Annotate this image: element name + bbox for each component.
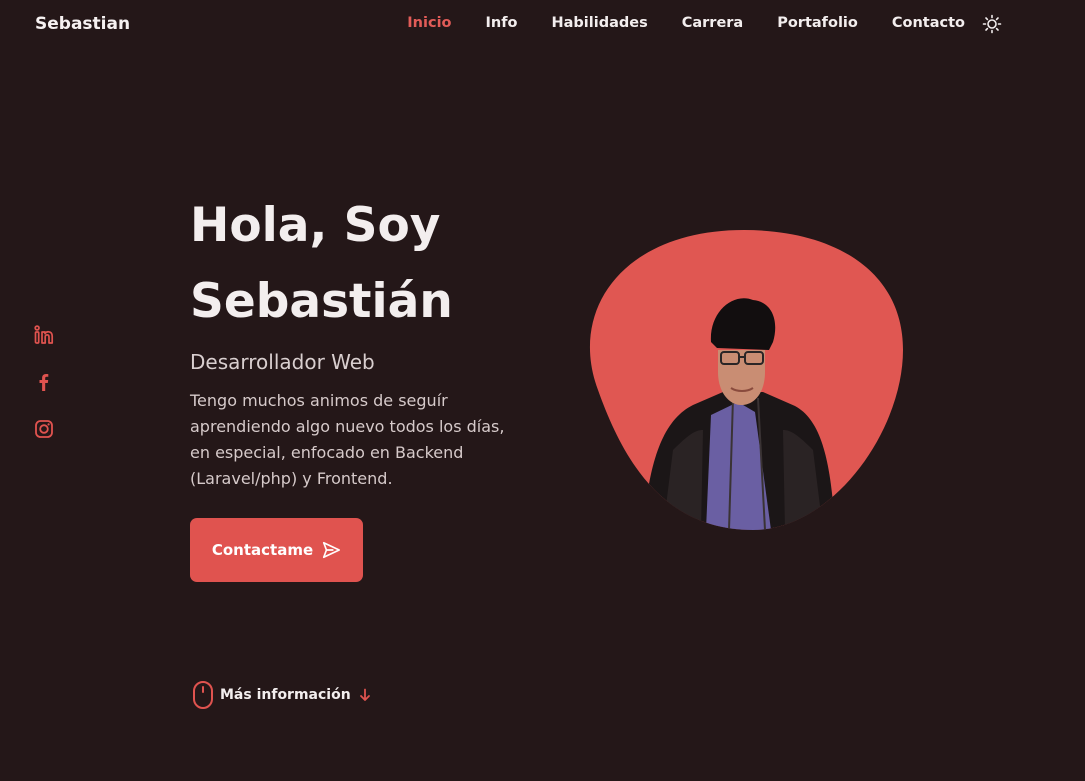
contact-button[interactable]: Contactame — [190, 518, 363, 582]
sun-icon — [982, 14, 1002, 34]
facebook-icon — [39, 374, 49, 391]
site-logo[interactable]: Sebastian — [35, 14, 130, 34]
facebook-link[interactable] — [33, 371, 55, 393]
hero-intro: Hola, Soy Sebastián Desarrollador Web Te… — [190, 188, 520, 492]
hero-title-line-2: Sebastián — [190, 274, 453, 329]
nav-link-carrera[interactable]: Carrera — [682, 15, 744, 31]
main-nav: Inicio Info Habilidades Carrera Portafol… — [407, 15, 965, 31]
scroll-more-link[interactable]: Más información — [192, 680, 373, 710]
hero-title-line-1: Hola, Soy — [190, 198, 441, 253]
nav-link-contacto[interactable]: Contacto — [892, 15, 965, 31]
theme-toggle-button[interactable] — [982, 14, 1002, 34]
hero-title: Hola, Soy Sebastián — [190, 188, 520, 340]
profile-blob-image — [589, 230, 903, 530]
linkedin-icon — [34, 325, 54, 344]
linkedin-link[interactable] — [33, 324, 55, 346]
nav-link-inicio[interactable]: Inicio — [407, 15, 451, 31]
arrow-down-icon — [359, 688, 370, 701]
hero-subtitle: Desarrollador Web — [190, 350, 375, 374]
nav-link-portafolio[interactable]: Portafolio — [777, 15, 858, 31]
mouse-icon — [193, 681, 213, 709]
instagram-link[interactable] — [33, 418, 55, 440]
contact-button-label: Contactame — [211, 541, 314, 559]
nav-link-habilidades[interactable]: Habilidades — [552, 15, 648, 31]
send-icon — [323, 541, 341, 559]
hero-image — [583, 230, 905, 530]
nav-link-info[interactable]: Info — [486, 15, 518, 31]
scroll-more-label: Más información — [220, 687, 351, 703]
top-navbar: Sebastian Inicio Info Habilidades Carrer… — [0, 0, 1085, 50]
social-links — [33, 324, 55, 465]
hero-description: Tengo muchos animos de seguír aprendiend… — [190, 391, 505, 488]
instagram-icon — [35, 420, 53, 438]
